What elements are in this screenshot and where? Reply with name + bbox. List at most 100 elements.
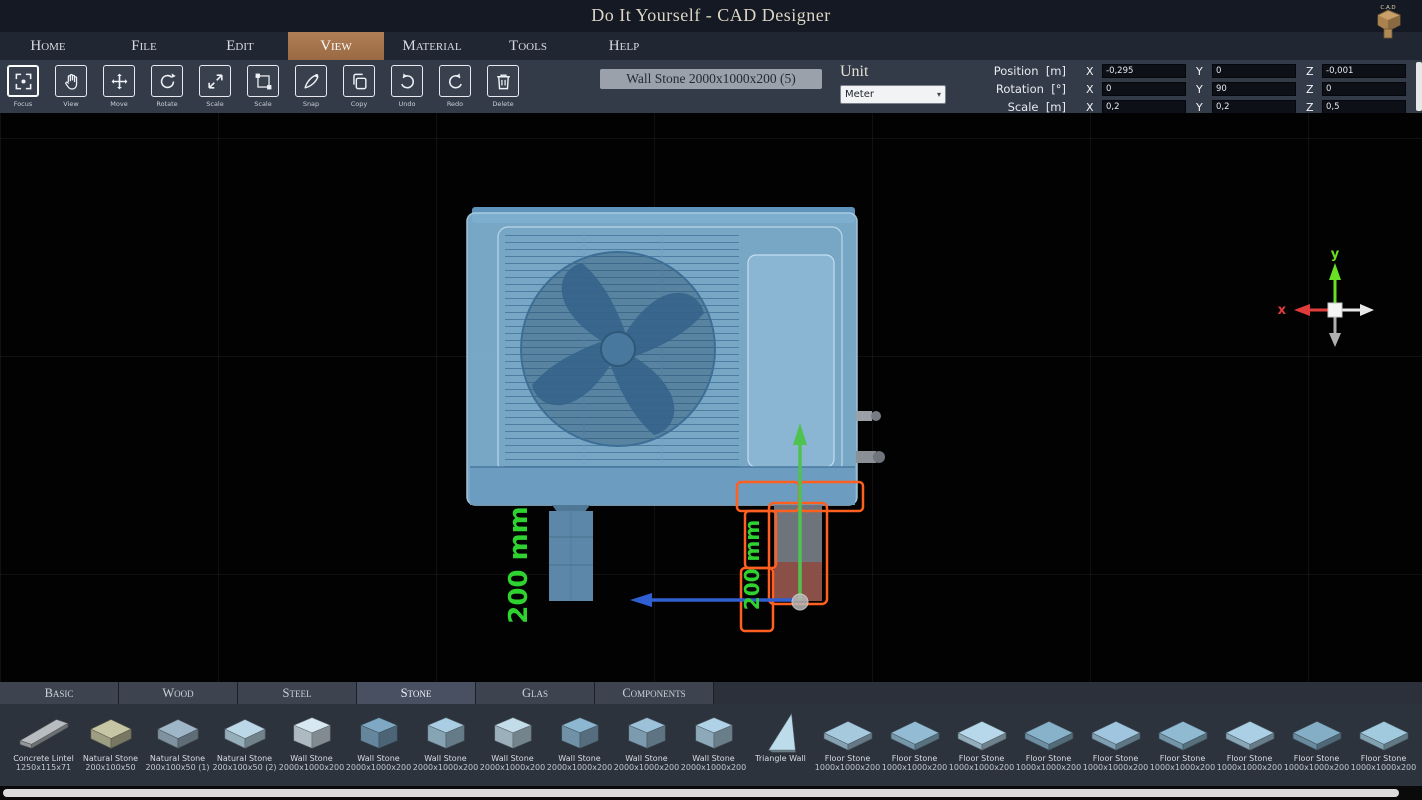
material-name: Wall Stone — [546, 754, 613, 763]
menu-item-home[interactable]: Home — [0, 32, 96, 60]
redo-button[interactable]: Redo — [438, 65, 472, 108]
material-item-wall-stone-2000x1000x200[interactable]: Wall Stone2000x1000x200 — [546, 708, 613, 786]
slab-thumbnail-icon — [483, 708, 543, 754]
copy-button[interactable]: Copy — [342, 65, 376, 108]
material-size: 2000x1000x200 — [479, 763, 546, 772]
tool-label: Delete — [492, 100, 513, 108]
move-button[interactable]: Move — [102, 65, 136, 108]
material-item-floor-stone-1000x1000x200[interactable]: Floor Stone1000x1000x200 — [1283, 708, 1350, 786]
tab-wood[interactable]: Wood — [119, 682, 238, 704]
rotation-x-input[interactable] — [1102, 82, 1186, 96]
position-x-input[interactable] — [1102, 64, 1186, 78]
scale-y-input[interactable] — [1212, 100, 1296, 114]
material-item-natural-stone-200x100x50[interactable]: Natural Stone200x100x50 — [77, 708, 144, 786]
material-item-floor-stone-1000x1000x200[interactable]: Floor Stone1000x1000x200 — [948, 708, 1015, 786]
material-name: Wall Stone — [613, 754, 680, 763]
tile-thumbnail-icon — [1019, 708, 1079, 754]
focus-button[interactable]: Focus — [6, 65, 40, 108]
tool-label: Copy — [351, 100, 368, 108]
material-item-floor-stone-1000x1000x200[interactable]: Floor Stone1000x1000x200 — [1082, 708, 1149, 786]
material-item-wall-stone-2000x1000x200[interactable]: Wall Stone2000x1000x200 — [613, 708, 680, 786]
transform-panel: Position [m]XYZRotation [°]XYZScale [m]X… — [946, 63, 1406, 117]
material-item-triangle-wall[interactable]: Triangle Wall — [747, 708, 814, 786]
material-item-wall-stone-2000x1000x200[interactable]: Wall Stone2000x1000x200 — [278, 708, 345, 786]
support-pillar[interactable] — [549, 505, 593, 601]
menu-item-edit[interactable]: Edit — [192, 32, 288, 60]
material-name: Floor Stone — [1015, 754, 1082, 763]
viewport[interactable]: 200 mm 200 mm y x — [0, 113, 1422, 682]
rotation-z-input[interactable] — [1322, 82, 1406, 96]
menu-item-tools[interactable]: Tools — [480, 32, 576, 60]
scale-box-button[interactable]: Scale — [246, 65, 280, 108]
beam-thumbnail-icon — [14, 708, 74, 754]
tool-label: Snap — [303, 100, 319, 108]
material-item-wall-stone-2000x1000x200[interactable]: Wall Stone2000x1000x200 — [479, 708, 546, 786]
dimension-label: 200 mm — [740, 520, 764, 610]
delete-icon — [487, 65, 519, 97]
tool-label: Rotate — [156, 100, 177, 108]
scale-arrows-button[interactable]: Scale — [198, 65, 232, 108]
horizontal-scrollbar[interactable] — [0, 786, 1422, 800]
material-size: 2000x1000x200 — [613, 763, 680, 772]
menu-item-help[interactable]: Help — [576, 32, 672, 60]
material-name: Wall Stone — [345, 754, 412, 763]
material-size: 1000x1000x200 — [1082, 763, 1149, 772]
unit-dropdown[interactable]: Meter ▾ — [840, 85, 946, 104]
tab-basic[interactable]: Basic — [0, 682, 119, 704]
material-size: 200x100x50 (2) — [211, 763, 278, 772]
rotation-y-axis-label: Y — [1196, 83, 1206, 96]
rotation-y-input[interactable] — [1212, 82, 1296, 96]
material-size: 200x100x50 (1) — [144, 763, 211, 772]
orientation-gizmo[interactable]: y x — [1278, 247, 1374, 347]
tab-steel[interactable]: Steel — [238, 682, 357, 704]
material-item-floor-stone-1000x1000x200[interactable]: Floor Stone1000x1000x200 — [1149, 708, 1216, 786]
scale-z-input[interactable] — [1322, 100, 1406, 114]
material-item-floor-stone-1000x1000x200[interactable]: Floor Stone1000x1000x200 — [1015, 708, 1082, 786]
tool-label: Scale — [254, 100, 272, 108]
snap-button[interactable]: Snap — [294, 65, 328, 108]
undo-button[interactable]: Undo — [390, 65, 424, 108]
material-item-floor-stone-1000x1000x200[interactable]: Floor Stone1000x1000x200 — [1350, 708, 1417, 786]
viewport-canvas[interactable]: 200 mm 200 mm y x — [0, 113, 1422, 682]
rotate-button[interactable]: Rotate — [150, 65, 184, 108]
menu-item-material[interactable]: Material — [384, 32, 480, 60]
selected-wall-stone[interactable] — [774, 505, 822, 601]
tab-glas[interactable]: Glas — [476, 682, 595, 704]
rotation-z-axis-label: Z — [1306, 83, 1316, 96]
position-x-axis-label: X — [1086, 65, 1096, 78]
gizmo-down-arrow — [1329, 333, 1341, 347]
tab-stone[interactable]: Stone — [357, 682, 476, 704]
cad-model-ac-unit[interactable] — [467, 207, 885, 505]
material-item-natural-stone-200x100x50-1[interactable]: Natural Stone200x100x50 (1) — [144, 708, 211, 786]
material-item-floor-stone-1000x1000x200[interactable]: Floor Stone1000x1000x200 — [1216, 708, 1283, 786]
gizmo-x-arrow — [1294, 304, 1310, 316]
material-palette: Concrete Lintel1250x115x71Natural Stone2… — [0, 704, 1422, 786]
material-item-natural-stone-200x100x50-2[interactable]: Natural Stone200x100x50 (2) — [211, 708, 278, 786]
material-item-wall-stone-2000x1000x200[interactable]: Wall Stone2000x1000x200 — [345, 708, 412, 786]
tab-components[interactable]: Components — [595, 682, 714, 704]
tool-label: Move — [110, 100, 127, 108]
position-z-input[interactable] — [1322, 64, 1406, 78]
delete-button[interactable]: Delete — [486, 65, 520, 108]
material-name: Natural Stone — [77, 754, 144, 763]
scale-label: Scale [m] — [946, 100, 1066, 114]
tile-thumbnail-icon — [818, 708, 878, 754]
material-item-wall-stone-2000x1000x200[interactable]: Wall Stone2000x1000x200 — [680, 708, 747, 786]
app-logo-icon: C.A.D — [1366, 1, 1410, 45]
menu-item-view[interactable]: View — [288, 32, 384, 60]
material-item-concrete-lintel-1250x115x71[interactable]: Concrete Lintel1250x115x71 — [10, 708, 77, 786]
material-item-wall-stone-2000x1000x200[interactable]: Wall Stone2000x1000x200 — [412, 708, 479, 786]
position-y-input[interactable] — [1212, 64, 1296, 78]
material-item-floor-stone-1000x1000x200[interactable]: Floor Stone1000x1000x200 — [881, 708, 948, 786]
scrollbar-thumb[interactable] — [3, 789, 1399, 797]
scale-x-input[interactable] — [1102, 100, 1186, 114]
menu-item-file[interactable]: File — [96, 32, 192, 60]
material-item-floor-stone-1000x1000x200[interactable]: Floor Stone1000x1000x200 — [814, 708, 881, 786]
tile-thumbnail-icon — [1287, 708, 1347, 754]
hand-button[interactable]: View — [54, 65, 88, 108]
scale-x-axis-label: X — [1086, 101, 1096, 114]
vertical-scrollbar[interactable] — [1416, 62, 1422, 111]
tile-thumbnail-icon — [1220, 708, 1280, 754]
block-thumbnail-icon — [148, 708, 208, 754]
slab-thumbnail-icon — [550, 708, 610, 754]
